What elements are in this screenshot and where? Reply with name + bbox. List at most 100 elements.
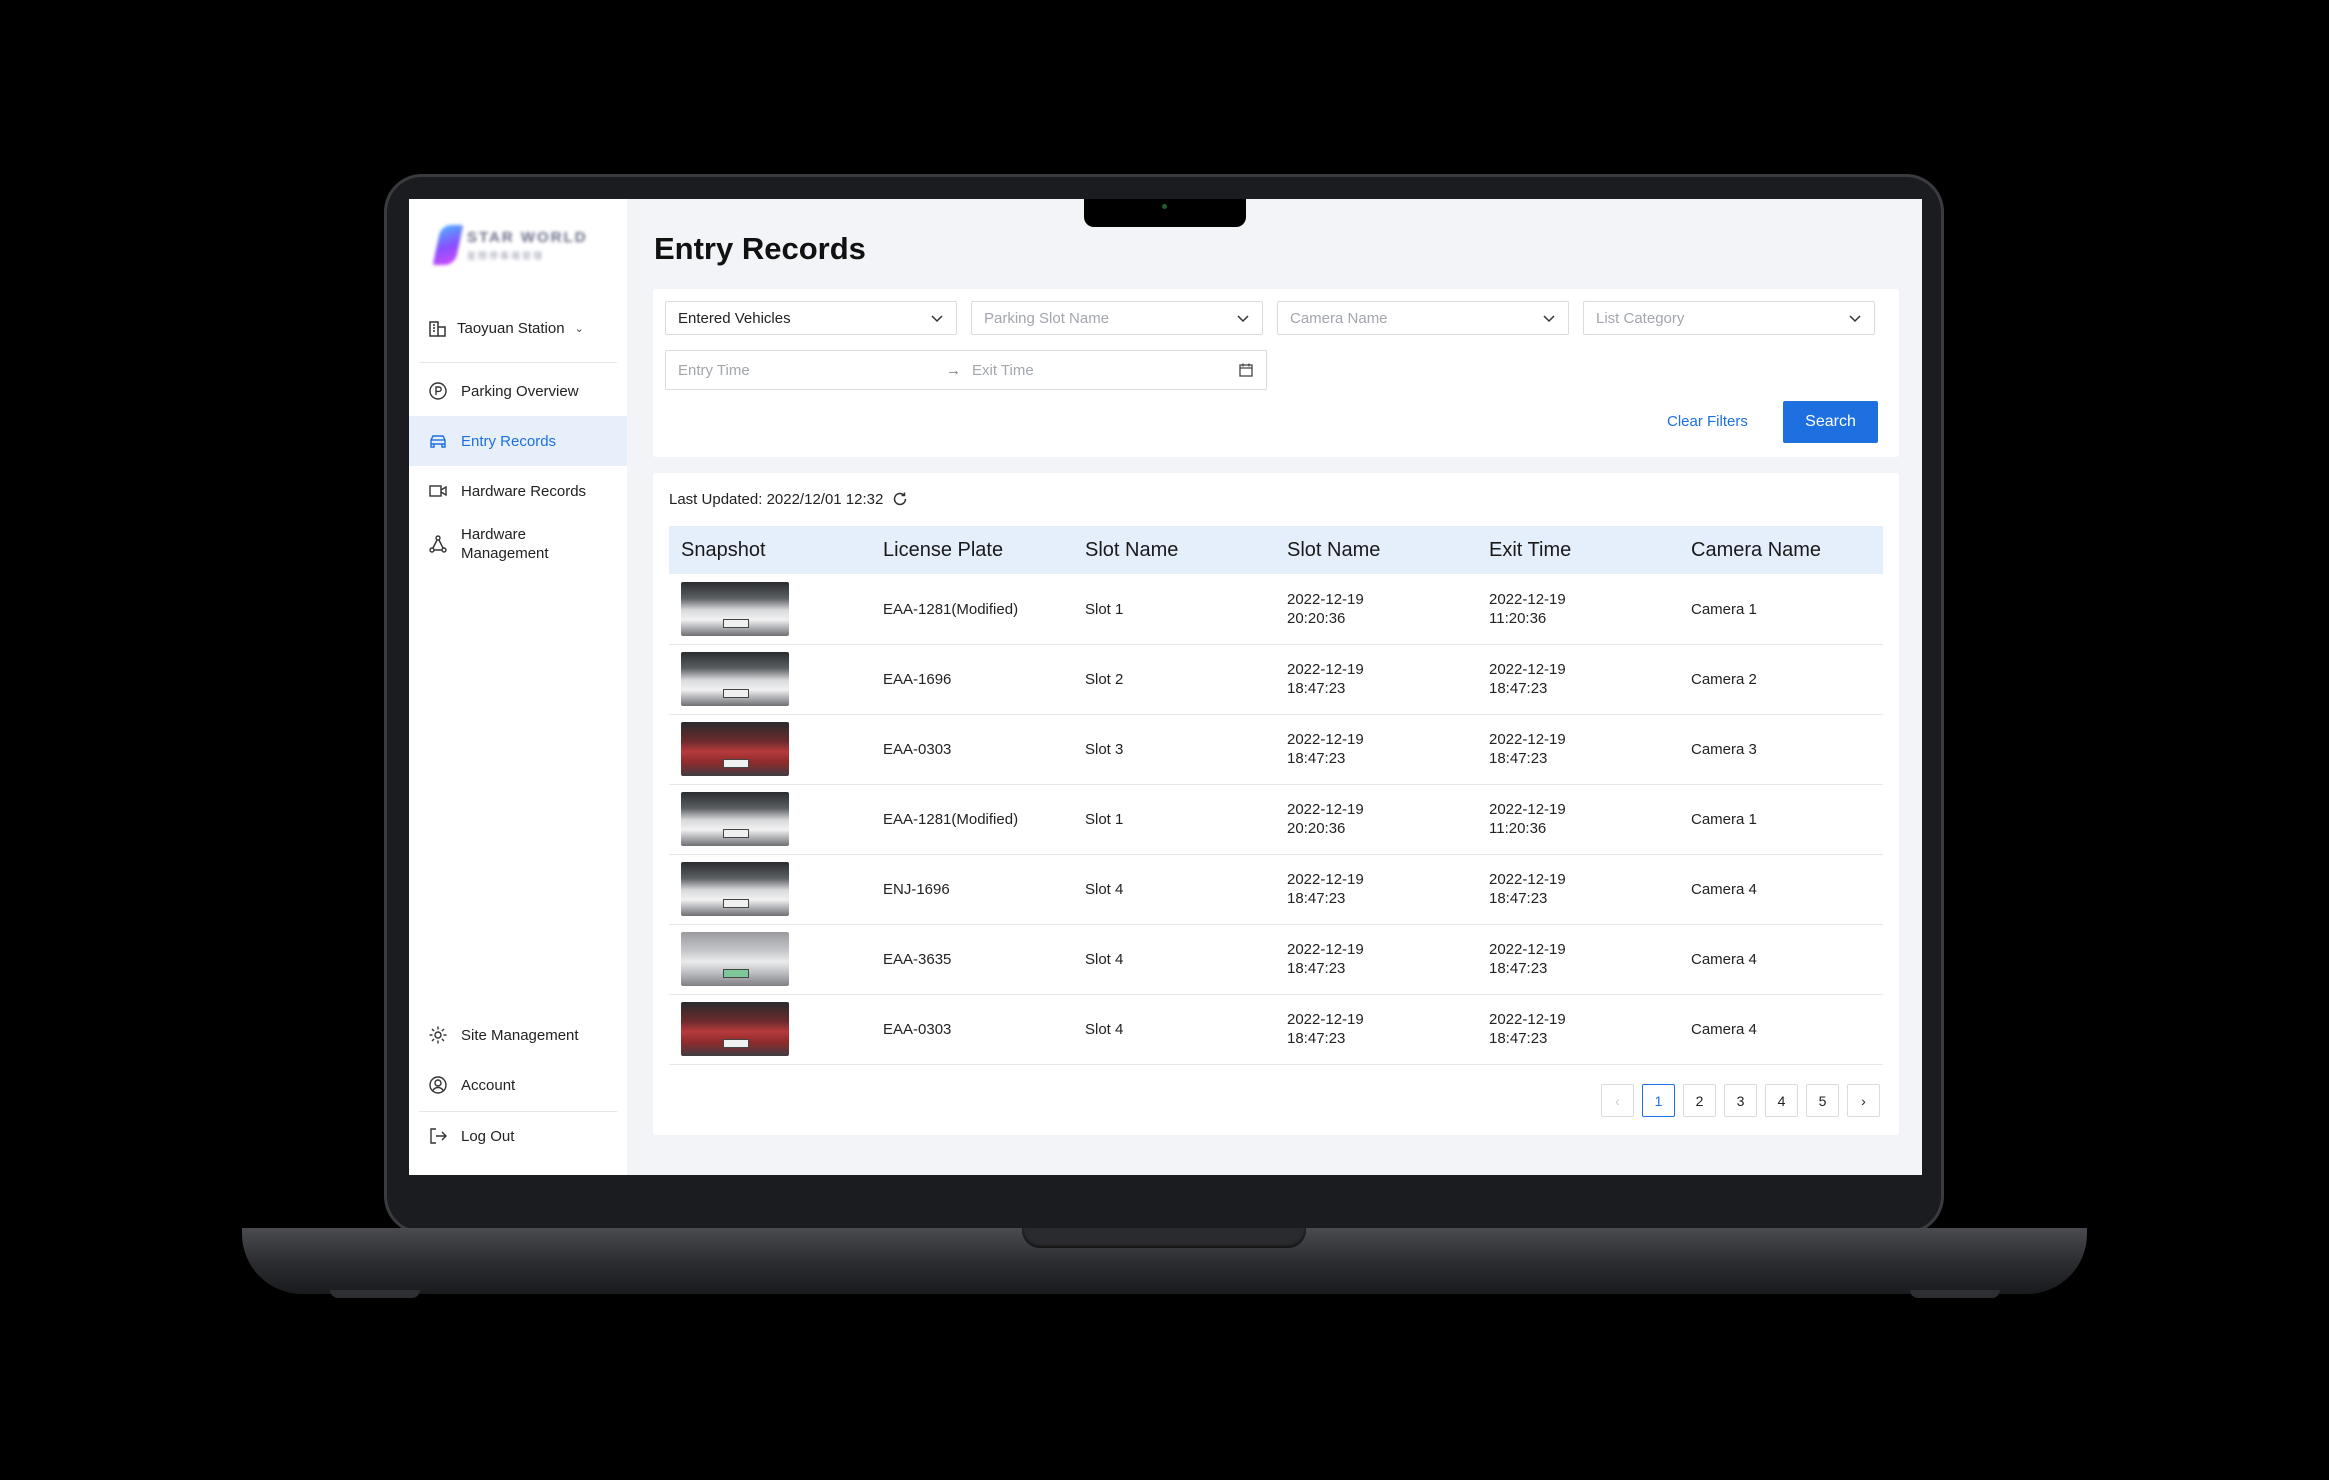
slot-name-cell: Slot 1 [1085, 810, 1124, 828]
license-plate-graphic [723, 619, 749, 628]
sidebar-item-parking-overview[interactable]: Parking Overview [409, 366, 627, 416]
page-button-5[interactable]: 5 [1806, 1084, 1839, 1117]
entry-time-cell: 2022-12-19 18:47:23 [1275, 1010, 1477, 1048]
sidebar-item-entry-records[interactable]: Entry Records [409, 416, 627, 466]
entry-date: 2022-12-19 [1287, 1011, 1364, 1028]
pagination: ‹ 1 2 3 4 5 › [1601, 1084, 1880, 1117]
column-header-exit-time[interactable]: Exit Time [1477, 539, 1679, 562]
vehicle-type-value: Entered Vehicles [678, 309, 791, 327]
camera-name-cell: Camera 4 [1691, 950, 1757, 968]
entry-clock: 18:47:23 [1287, 1030, 1346, 1047]
snapshot-cell [669, 792, 871, 846]
page-button-1[interactable]: 1 [1642, 1084, 1675, 1117]
column-header-license-plate[interactable]: License Plate [871, 539, 1073, 562]
entry-time-cell: 2022-12-19 18:47:23 [1275, 870, 1477, 908]
column-header-entry-time[interactable]: Slot Name [1275, 539, 1477, 562]
table-row[interactable]: EAA-0303 Slot 3 2022-12-19 18:47:23 2022-12-… [669, 714, 1883, 785]
license-plate-graphic [723, 829, 749, 838]
table-row[interactable]: EAA-1281(Modified) Slot 1 2022-12-19 20:20:… [669, 574, 1883, 645]
search-button[interactable]: Search [1783, 401, 1878, 443]
car-icon [427, 430, 449, 452]
column-header-slot-name[interactable]: Slot Name [1073, 539, 1275, 562]
sidebar-item-label: Entry Records [461, 432, 557, 450]
slot-name-cell: Slot 3 [1085, 740, 1124, 758]
entry-date: 2022-12-19 [1287, 801, 1364, 818]
exit-clock: 11:20:36 [1489, 820, 1547, 837]
license-plate-graphic [723, 759, 749, 768]
license-plate-cell: EAA-1281(Modified) [883, 810, 1019, 828]
exit-time-input[interactable]: Exit Time [972, 362, 1238, 379]
sidebar-item-hardware-management[interactable]: Hardware Management [409, 516, 627, 572]
camera-notch [1084, 199, 1246, 227]
exit-clock: 18:47:23 [1489, 1030, 1548, 1047]
column-header-snapshot[interactable]: Snapshot [669, 539, 871, 562]
page-button-2[interactable]: 2 [1683, 1084, 1716, 1117]
entry-clock: 18:47:23 [1287, 890, 1346, 907]
exit-clock: 18:47:23 [1489, 890, 1548, 907]
entry-time-cell: 2022-12-19 20:20:36 [1275, 800, 1477, 838]
exit-date: 2022-12-19 [1489, 871, 1566, 888]
records-table-card: Last Updated: 2022/12/01 12:32 Snapshot … [653, 473, 1899, 1135]
camera-name-cell: Camera 1 [1691, 600, 1757, 618]
vehicle-snapshot-image[interactable] [681, 1002, 789, 1056]
last-updated-text: Last Updated: 2022/12/01 12:32 [669, 490, 884, 508]
prev-page-button[interactable]: ‹ [1601, 1084, 1634, 1117]
sidebar-item-logout[interactable]: Log Out [409, 1111, 627, 1161]
exit-time-cell: 2022-12-19 18:47:23 [1477, 730, 1679, 768]
parking-icon [427, 380, 449, 402]
refresh-icon[interactable] [891, 490, 909, 508]
license-plate-cell: ENJ-1696 [883, 880, 950, 898]
site-selector[interactable]: Taoyuan Station ⌄ [427, 313, 584, 343]
vehicle-snapshot-image[interactable] [681, 792, 789, 846]
snapshot-cell [669, 652, 871, 706]
range-arrow: → [946, 361, 961, 379]
table-row[interactable]: ENJ-1696 Slot 4 2022-12-19 18:47:23 2022-12-… [669, 854, 1883, 925]
snapshot-cell [669, 1002, 871, 1056]
date-range-picker[interactable]: Entry Time → Exit Time [665, 350, 1267, 390]
vehicle-snapshot-image[interactable] [681, 722, 789, 776]
table-row[interactable]: EAA-0303 Slot 4 2022-12-19 18:47:23 2022-12-… [669, 994, 1883, 1065]
sidebar-item-label: Hardware Management [461, 526, 549, 562]
vehicle-snapshot-image[interactable] [681, 862, 789, 916]
page-title: Entry Records [654, 231, 866, 266]
brand-logo[interactable]: STAR WORLD 星際停車場管理 [432, 223, 597, 267]
exit-time-cell: 2022-12-19 18:47:23 [1477, 1010, 1679, 1048]
vehicle-snapshot-image[interactable] [681, 582, 789, 636]
filter-panel: Entered Vehicles Parking Slot Name Camer… [653, 289, 1899, 457]
calendar-icon[interactable] [1238, 362, 1254, 378]
parking-slot-placeholder: Parking Slot Name [984, 309, 1110, 327]
camera-name-cell: Camera 1 [1691, 810, 1757, 828]
exit-date: 2022-12-19 [1489, 661, 1566, 678]
vehicle-type-select[interactable]: Entered Vehicles [665, 301, 957, 335]
entry-time-cell: 2022-12-19 18:47:23 [1275, 940, 1477, 978]
entry-date: 2022-12-19 [1287, 871, 1364, 888]
parking-slot-select[interactable]: Parking Slot Name [971, 301, 1263, 335]
slot-name-cell: Slot 4 [1085, 880, 1124, 898]
clear-filters-button[interactable]: Clear Filters [1667, 413, 1748, 430]
column-header-camera-name[interactable]: Camera Name [1679, 539, 1881, 562]
sidebar-item-label: Hardware Records [461, 482, 587, 500]
exit-date: 2022-12-19 [1489, 591, 1566, 608]
sidebar-item-label: Log Out [461, 1127, 515, 1145]
sidebar-item-account[interactable]: Account [409, 1060, 627, 1110]
list-category-select[interactable]: List Category [1583, 301, 1875, 335]
vehicle-snapshot-image[interactable] [681, 652, 789, 706]
exit-clock: 18:47:23 [1489, 960, 1548, 977]
sidebar-item-hardware-records[interactable]: Hardware Records [409, 466, 627, 516]
camera-name-cell: Camera 4 [1691, 1020, 1757, 1038]
page-button-4[interactable]: 4 [1765, 1084, 1798, 1117]
exit-time-cell: 2022-12-19 18:47:23 [1477, 660, 1679, 698]
table-header: Snapshot License Plate Slot Name Slot Na… [669, 526, 1883, 574]
page-button-3[interactable]: 3 [1724, 1084, 1757, 1117]
sidebar-item-site-management[interactable]: Site Management [409, 1010, 627, 1060]
table-row[interactable]: EAA-3635 Slot 4 2022-12-19 18:47:23 2022-12-… [669, 924, 1883, 995]
vehicle-snapshot-image[interactable] [681, 932, 789, 986]
camera-name-select[interactable]: Camera Name [1277, 301, 1569, 335]
building-icon [427, 317, 449, 339]
exit-time-cell: 2022-12-19 18:47:23 [1477, 940, 1679, 978]
table-row[interactable]: EAA-1696 Slot 2 2022-12-19 18:47:23 2022-12-… [669, 644, 1883, 715]
entry-date: 2022-12-19 [1287, 661, 1364, 678]
entry-time-input[interactable]: Entry Time [678, 362, 946, 379]
next-page-button[interactable]: › [1847, 1084, 1880, 1117]
table-row[interactable]: EAA-1281(Modified) Slot 1 2022-12-19 20:20:… [669, 784, 1883, 855]
